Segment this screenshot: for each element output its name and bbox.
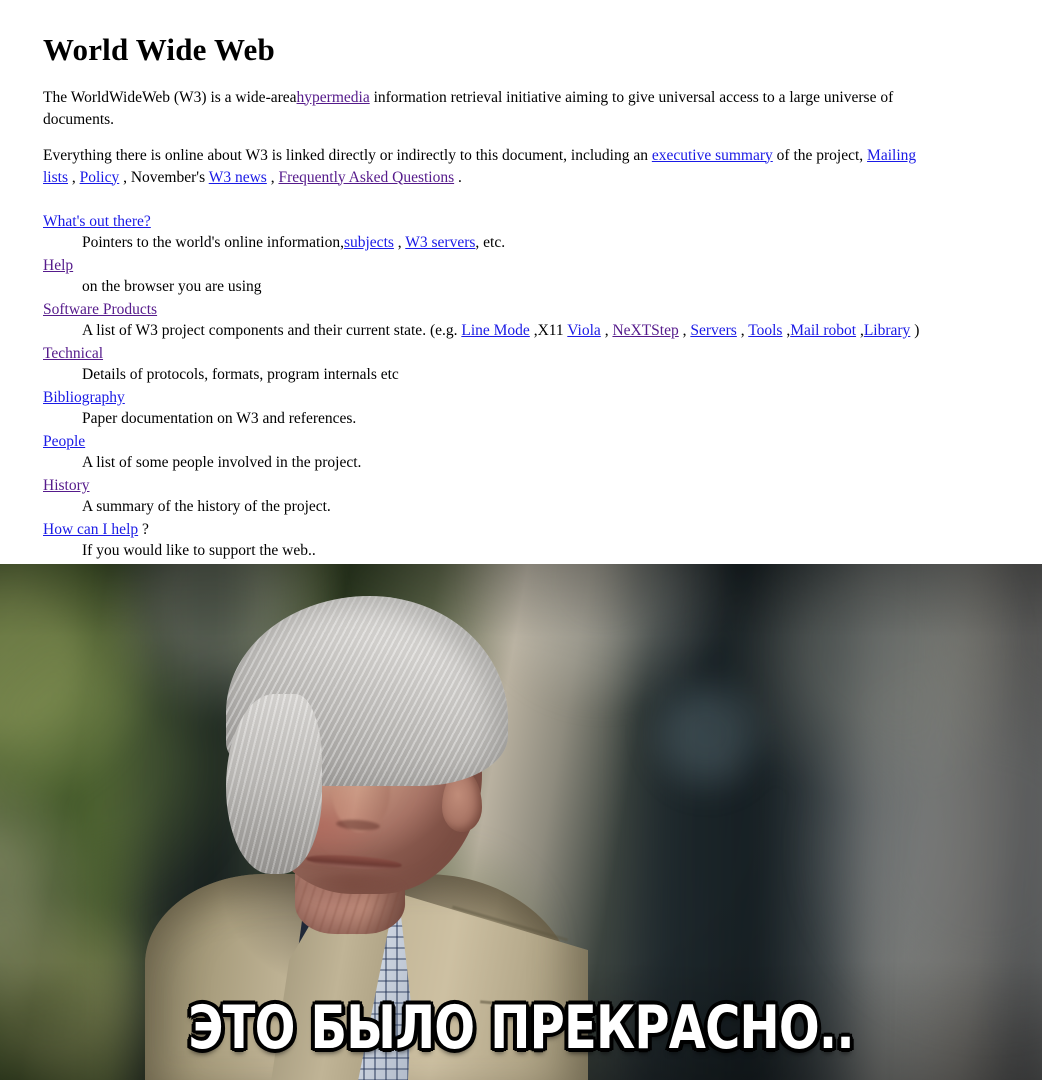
def-sep-1: , <box>397 234 402 252</box>
link-servers[interactable]: Servers <box>690 322 737 339</box>
intro-text-before: The WorldWideWeb (W3) is a wide-area <box>43 88 297 106</box>
link-software-products[interactable]: Software Products <box>43 301 157 318</box>
link-whats-out-there[interactable]: What's out there? <box>43 213 151 230</box>
link-bibliography[interactable]: Bibliography <box>43 389 125 406</box>
def-sep-4: , <box>740 322 745 340</box>
meme-caption: ЭТО БЫЛО ПРЕКРАСНО.. <box>188 993 854 1063</box>
outline-list: What's out there? Pointers to the world'… <box>43 189 1042 605</box>
outline-def-software-products: A list of W3 project components and thei… <box>43 319 1042 341</box>
link-subjects[interactable]: subjects <box>344 234 394 251</box>
linked-sep-3: , <box>270 168 275 186</box>
def-sep-2: , <box>604 322 609 340</box>
how-can-i-help-suffix: ? <box>142 520 149 538</box>
def-sep-3: , <box>682 322 687 340</box>
link-hypermedia[interactable]: hypermedia <box>297 89 370 106</box>
link-library[interactable]: Library <box>864 322 910 339</box>
link-history[interactable]: History <box>43 477 90 494</box>
def-sep-1: ,X11 <box>533 322 564 340</box>
link-executive-summary[interactable]: executive summary <box>652 147 773 164</box>
link-people[interactable]: People <box>43 433 85 450</box>
link-viola[interactable]: Viola <box>567 322 601 339</box>
outline-def-bibliography: Paper documentation on W3 and references… <box>82 410 357 428</box>
def-text-2: ) <box>914 322 920 340</box>
outline-def-technical: Details of protocols, formats, program i… <box>82 366 399 384</box>
link-nextstep[interactable]: NeXTStep <box>612 322 678 339</box>
hair-sideburn <box>226 694 322 874</box>
linked-paragraph: Everything there is online about W3 is l… <box>43 131 933 189</box>
def-text-2: , etc. <box>475 234 506 252</box>
outline-term-history: History <box>43 473 1042 496</box>
outline-term-how-can-i-help: How can I help ? <box>43 517 1042 540</box>
link-how-can-i-help[interactable]: How can I help <box>43 521 138 538</box>
def-text-1: Pointers to the world's online informati… <box>82 234 344 252</box>
linked-text-1: Everything there is online about W3 is l… <box>43 146 648 164</box>
outline-def-how-can-i-help: If you would like to support the web.. <box>82 542 316 560</box>
link-w3-news[interactable]: W3 news <box>209 169 267 186</box>
link-tools[interactable]: Tools <box>748 322 782 339</box>
link-technical[interactable]: Technical <box>43 345 103 362</box>
meme-image: ЭТО БЫЛО ПРЕКРАСНО.. <box>0 564 1042 1080</box>
outline-term-bibliography: Bibliography <box>43 385 1042 408</box>
outline-def-help: on the browser you are using <box>82 278 262 296</box>
www-document: World Wide Web The WorldWideWeb (W3) is … <box>0 0 1042 603</box>
link-mail-robot[interactable]: Mail robot <box>790 322 856 339</box>
outline-def-people: A list of some people involved in the pr… <box>82 454 362 472</box>
link-help[interactable]: Help <box>43 257 73 274</box>
intro-paragraph: The WorldWideWeb (W3) is a wide-areahype… <box>43 67 933 131</box>
def-text-1: A list of W3 project components and thei… <box>82 322 458 340</box>
outline-def-history: A summary of the history of the project. <box>82 498 331 516</box>
link-frequently-asked-questions[interactable]: Frequently Asked Questions <box>278 169 454 186</box>
chin <box>296 874 408 908</box>
outline-term-technical: Technical <box>43 341 1042 364</box>
linked-text-end: . <box>458 168 462 186</box>
outline-term-software-products: Software Products <box>43 297 1042 320</box>
outline-def-whats-out-there: Pointers to the world's online informati… <box>43 231 1042 253</box>
link-line-mode[interactable]: Line Mode <box>461 322 529 339</box>
outline-term-people: People <box>43 429 1042 452</box>
linked-sep-2: , <box>123 168 127 186</box>
link-w3-servers[interactable]: W3 servers <box>405 234 475 251</box>
link-policy[interactable]: Policy <box>80 169 120 186</box>
page-title: World Wide Web <box>43 32 275 67</box>
linked-text-3: November's <box>130 168 206 186</box>
photo-canvas: ЭТО БЫЛО ПРЕКРАСНО.. <box>0 564 1042 1080</box>
outline-term-whats-out-there: What's out there? <box>43 209 1042 232</box>
linked-sep-1: , <box>71 168 76 186</box>
linked-text-2: of the project, <box>776 146 864 164</box>
outline-term-help: Help <box>43 253 1042 276</box>
